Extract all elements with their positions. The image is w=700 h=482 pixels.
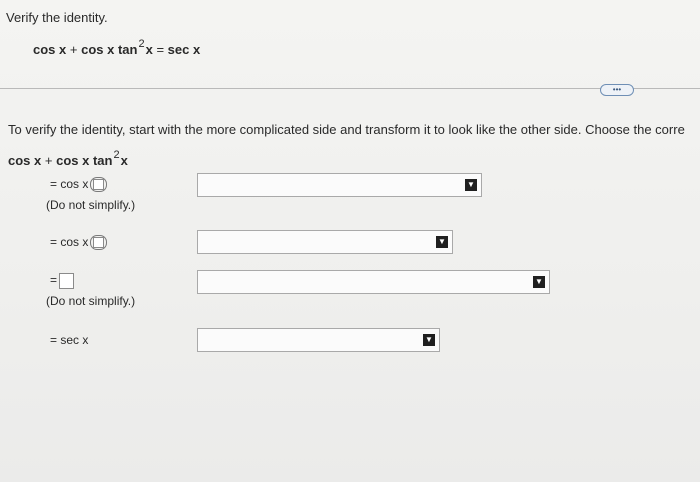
step-1: = cos x <box>50 177 108 193</box>
work-lhs-b: cos x tan <box>56 153 113 168</box>
step-1-input-box[interactable] <box>93 179 105 191</box>
identity-expression: cos x + cos x tan2x = sec x <box>33 38 201 57</box>
step-2: = cos x <box>50 235 108 251</box>
more-options-button[interactable]: ••• <box>600 84 634 96</box>
reason-dropdown-4[interactable]: ▼ <box>197 328 440 352</box>
identity-lhs-a: cos x <box>33 42 67 57</box>
step-3-expression: = <box>50 273 58 288</box>
work-lhs-expression: cos x + cos x tan2x <box>8 149 128 168</box>
chevron-down-icon[interactable]: ▼ <box>423 334 435 346</box>
step-1-note: (Do not simplify.) <box>46 198 136 212</box>
step-2-expression: = cos x <box>50 235 89 249</box>
identity-var: x <box>145 42 153 57</box>
identity-lhs-b: cos x tan <box>81 42 138 57</box>
step-3-input-box[interactable] <box>59 273 75 289</box>
reason-dropdown-2[interactable]: ▼ <box>197 230 453 254</box>
chevron-down-icon[interactable]: ▼ <box>436 236 448 248</box>
identity-exponent: 2 <box>138 38 145 50</box>
step-3-note: (Do not simplify.) <box>46 294 136 308</box>
step-1-paren-input[interactable] <box>90 177 108 193</box>
question-prompt: Verify the identity. <box>6 10 108 25</box>
work-exponent: 2 <box>113 149 120 161</box>
step-2-paren-input[interactable] <box>90 235 108 251</box>
instructions-text: To verify the identity, start with the m… <box>8 122 685 137</box>
step-2-input-box[interactable] <box>93 237 105 249</box>
chevron-down-icon[interactable]: ▼ <box>533 276 545 288</box>
step-1-expression: = cos x <box>50 177 89 191</box>
work-plus: + <box>44 153 53 168</box>
work-var: x <box>120 153 128 168</box>
step-4-expression: = sec x <box>50 333 89 347</box>
reason-dropdown-1[interactable]: ▼ <box>197 173 482 197</box>
identity-rhs: sec x <box>167 42 201 57</box>
step-3: = <box>50 273 75 289</box>
identity-equals: = <box>156 42 165 57</box>
chevron-down-icon[interactable]: ▼ <box>465 179 477 191</box>
step-4: = sec x <box>50 333 88 347</box>
work-lhs-a: cos x <box>8 153 42 168</box>
section-divider <box>0 88 700 89</box>
identity-plus: + <box>69 42 78 57</box>
reason-dropdown-3[interactable]: ▼ <box>197 270 550 294</box>
